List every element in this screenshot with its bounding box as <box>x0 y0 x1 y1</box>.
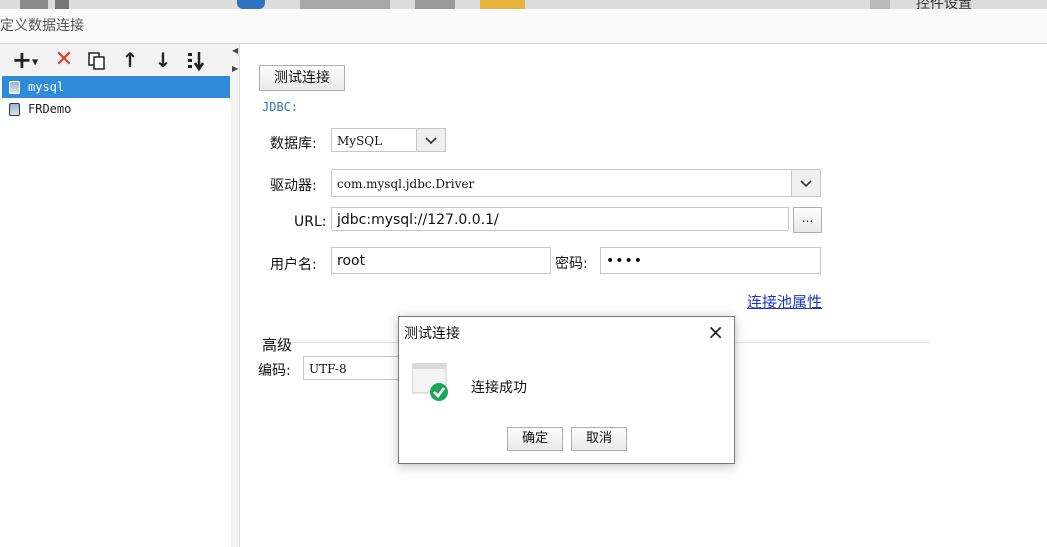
arrow-down-icon: ↓ <box>154 48 172 72</box>
delete-x-icon: ✕ <box>54 47 74 72</box>
sort-icon <box>188 52 205 72</box>
connection-item-frdemo[interactable]: FRDemo <box>2 98 230 120</box>
url-browse-button[interactable]: ... <box>793 207 822 233</box>
database-value: MySQL <box>337 134 383 148</box>
url-label: URL: <box>294 214 327 230</box>
chevron-down-icon: ▼ <box>31 57 39 67</box>
password-input[interactable]: •••• <box>600 247 821 274</box>
encoding-label: 编码: <box>258 363 291 379</box>
jdbc-group-title: JDBC: <box>262 100 299 114</box>
collapse-left-arrow-icon[interactable]: ◀ <box>232 46 238 55</box>
expand-right-arrow-icon[interactable]: ▶ <box>232 64 238 73</box>
copy-connection-button[interactable] <box>84 47 110 73</box>
app-toolbar-icon <box>300 0 390 9</box>
cancel-button[interactable]: 取消 <box>571 427 627 451</box>
copy-icon <box>88 52 105 70</box>
driver-select[interactable]: com.mysql.jdbc.Driver <box>331 169 821 197</box>
move-up-button[interactable]: ↑ <box>117 47 143 73</box>
panel-splitter[interactable]: ◀ ▶ <box>231 44 240 547</box>
window-title: 定义数据连接 <box>0 18 84 34</box>
connection-list: mysql FRDemo <box>2 76 230 120</box>
app-toolbar-icon <box>480 0 525 9</box>
connection-toolbar: +▼ ✕ ↑ ↓ <box>0 44 231 75</box>
dialog-title: 测试连接 <box>404 326 460 342</box>
window-titlebar: 定义数据连接 <box>0 9 1047 44</box>
success-check-icon <box>412 363 448 401</box>
connection-name: FRDemo <box>28 102 72 116</box>
database-icon <box>9 103 20 116</box>
username-input[interactable]: root <box>331 247 551 274</box>
app-toolbar-icon <box>237 0 265 9</box>
app-toolbar-strip: 控件设置 <box>0 0 1047 9</box>
password-label: 密码: <box>555 256 588 272</box>
app-toolbar-icon <box>20 0 48 9</box>
sort-button[interactable] <box>184 47 210 73</box>
close-icon[interactable]: × <box>707 320 724 344</box>
pool-properties-link[interactable]: 连接池属性 <box>747 291 822 312</box>
test-connection-button[interactable]: 测试连接 <box>259 65 345 91</box>
chevron-down-icon[interactable] <box>416 129 445 151</box>
app-toolbar-icon <box>415 0 455 9</box>
plus-icon: + <box>11 46 32 74</box>
test-connection-dialog: 测试连接 × 连接成功 确定 取消 <box>398 316 735 464</box>
app-toolbar-icon <box>55 0 69 9</box>
database-label: 数据库: <box>270 136 317 152</box>
connection-name: mysql <box>28 80 65 94</box>
app-toolbar-icon <box>870 0 890 9</box>
app-toolbar-label: 控件设置 <box>916 0 972 9</box>
delete-connection-button[interactable]: ✕ <box>51 47 77 73</box>
dialog-message: 连接成功 <box>471 380 527 396</box>
add-connection-button[interactable]: +▼ <box>8 47 42 73</box>
database-icon <box>9 81 20 94</box>
move-down-button[interactable]: ↓ <box>150 47 176 73</box>
database-select[interactable]: MySQL <box>331 128 446 152</box>
arrow-up-icon: ↑ <box>121 48 139 72</box>
encoding-select[interactable]: UTF-8 <box>303 356 403 380</box>
username-label: 用户名: <box>270 257 317 273</box>
advanced-label: 高级 <box>262 336 293 354</box>
driver-label: 驱动器: <box>270 178 317 194</box>
connection-item-mysql[interactable]: mysql <box>2 76 230 98</box>
connection-settings-panel: 测试连接 JDBC: 数据库: MySQL 驱动器: com.mysql.jdb… <box>240 44 1047 547</box>
chevron-down-icon[interactable] <box>791 170 820 196</box>
connection-list-panel: +▼ ✕ ↑ ↓ mysql FRDemo <box>0 44 232 547</box>
driver-value: com.mysql.jdbc.Driver <box>337 177 475 191</box>
ok-button[interactable]: 确定 <box>507 427 563 451</box>
url-input[interactable]: jdbc:mysql://127.0.0.1/ <box>331 207 789 231</box>
